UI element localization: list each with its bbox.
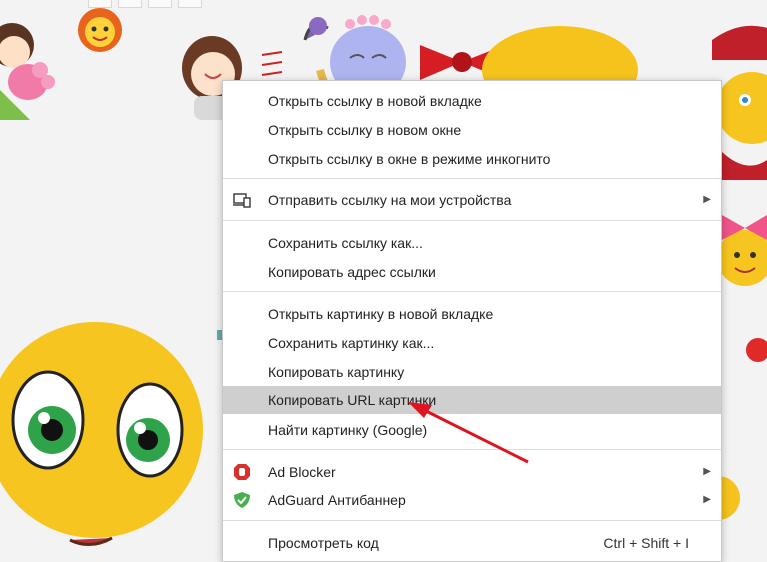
annotation-arrow: [408, 402, 529, 464]
